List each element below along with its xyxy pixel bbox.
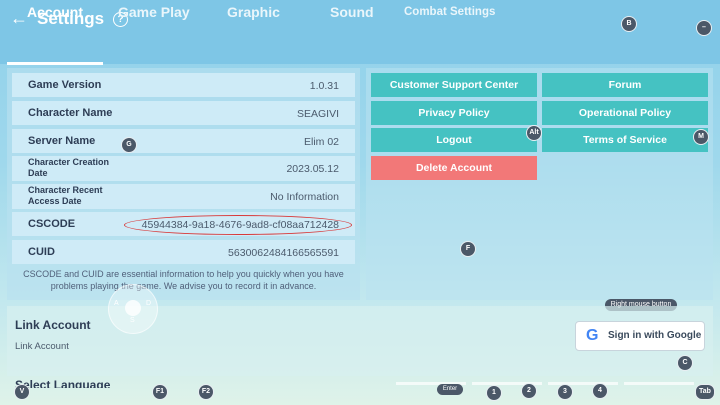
operational-policy-button[interactable]: Operational Policy	[542, 101, 708, 125]
hotkey-minus-badge: –	[696, 20, 712, 36]
terms-of-service-button[interactable]: Terms of Service	[542, 128, 708, 152]
cuid-value[interactable]: 5630062484166565591	[228, 247, 339, 259]
logout-button[interactable]: Logout	[371, 128, 537, 152]
joystick-d-label: D	[146, 300, 152, 307]
info-label: Character Recent Access Date	[28, 185, 103, 206]
hotkey-4-badge: 4	[592, 383, 608, 399]
google-icon: G	[586, 327, 599, 344]
info-row-server-name: Server Name Elim 02	[12, 129, 355, 153]
hotkey-f2-badge: F2	[198, 384, 214, 400]
customer-support-button[interactable]: Customer Support Center	[371, 73, 537, 97]
tab-combat-settings[interactable]: Combat Settings	[404, 6, 495, 18]
info-row-recent-access-date: Character Recent Access Date No Informat…	[12, 184, 355, 209]
info-value: 1.0.31	[309, 80, 339, 92]
info-label: Game Version	[28, 79, 102, 91]
hotkey-1-badge: 1	[486, 385, 502, 401]
info-row-creation-date: Character Creation Date 2023.05.12	[12, 156, 355, 181]
info-label: CUID	[28, 246, 55, 258]
joystick-a-label: A	[114, 300, 119, 307]
tab-bar	[0, 38, 720, 64]
hotkey-tab-badge: Tab	[695, 384, 715, 400]
tab-graphic[interactable]: Graphic	[227, 4, 280, 20]
hotkey-f-badge: F	[460, 241, 476, 257]
info-value: 2023.05.12	[286, 163, 339, 175]
link-account-subtitle: Link Account	[15, 341, 69, 352]
tab-account[interactable]: Account	[27, 4, 83, 20]
hotkey-v-badge: V	[14, 384, 30, 400]
info-value: Elim 02	[303, 136, 339, 148]
active-tab-indicator	[7, 62, 103, 65]
joystick-knob[interactable]	[125, 300, 141, 316]
link-account-title: Link Account	[15, 318, 91, 332]
tab-sound[interactable]: Sound	[330, 4, 374, 20]
delete-account-button[interactable]: Delete Account	[371, 156, 537, 180]
privacy-policy-button[interactable]: Privacy Policy	[371, 101, 537, 125]
hotkey-b-badge: B	[621, 16, 637, 32]
sign-in-with-google-button[interactable]: G Sign in with Google	[575, 321, 705, 351]
select-language-title: Select Language	[15, 378, 111, 388]
info-row-character-name: Character Name SEAGIVI	[12, 101, 355, 125]
forum-button[interactable]: Forum	[542, 73, 708, 97]
joystick-s-label: S	[130, 317, 135, 324]
bottom-bar-segment	[624, 382, 694, 385]
info-value: SEAGIVI	[296, 108, 339, 120]
info-label: Character Name	[28, 107, 113, 119]
virtual-joystick[interactable]: A D S	[108, 284, 158, 334]
bottom-bar-segment	[548, 382, 618, 385]
info-label: Character Creation Date	[28, 157, 110, 178]
hotkey-c-badge: C	[677, 355, 693, 371]
hotkey-m-badge: M	[693, 129, 709, 145]
hotkey-2-badge: 2	[521, 383, 537, 399]
hotkey-alt-badge: Alt	[526, 125, 542, 141]
info-row-game-version: Game Version 1.0.31	[12, 73, 355, 97]
info-label: CSCODE	[28, 218, 76, 230]
cscode-highlight-oval	[124, 215, 352, 235]
back-arrow-icon[interactable]: ←	[10, 8, 28, 29]
hotkey-g-badge: G	[121, 137, 137, 153]
info-value: No Information	[270, 191, 339, 203]
tab-game-play[interactable]: Game Play	[118, 4, 190, 20]
info-row-cuid: CUID 5630062484166565591	[12, 240, 355, 264]
hotkey-f1-badge: F1	[152, 384, 168, 400]
cscode-cuid-note: CSCODE and CUID are essential informatio…	[23, 269, 344, 291]
info-label: Server Name	[28, 135, 96, 147]
hotkey-3-badge: 3	[557, 384, 573, 400]
google-button-label: Sign in with Google	[608, 330, 702, 341]
hotkey-enter-badge: Enter	[437, 384, 463, 395]
